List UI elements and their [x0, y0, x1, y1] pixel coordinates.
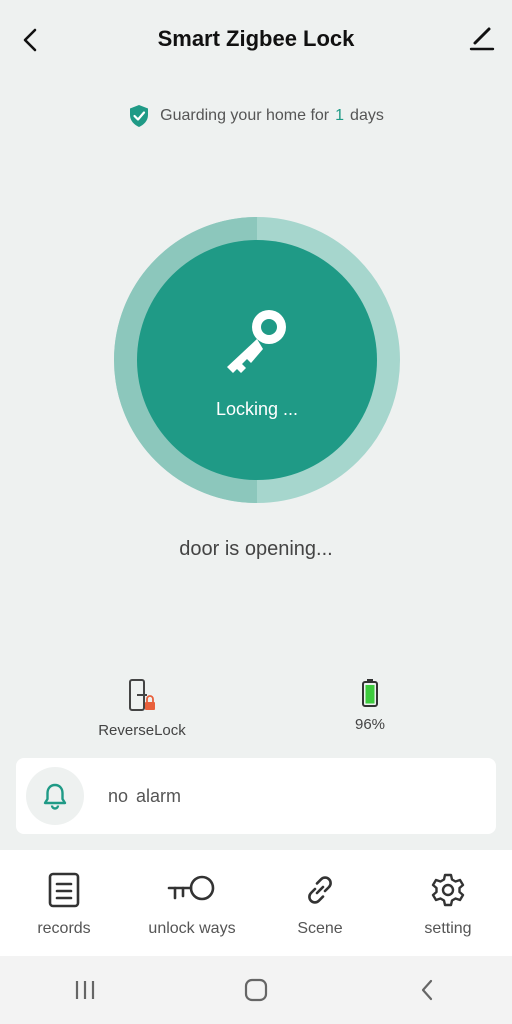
- tab-scene-label: Scene: [297, 920, 343, 937]
- alarm-text: no alarm: [108, 785, 182, 806]
- tab-unlock-ways-label: unlock ways: [148, 920, 236, 937]
- guard-suffix: days: [350, 107, 384, 124]
- reverse-lock-status[interactable]: ReverseLock: [67, 678, 217, 739]
- tab-records-label: records: [37, 920, 91, 937]
- home-button[interactable]: [226, 970, 286, 1010]
- chevron-left-icon: [421, 979, 432, 1001]
- lock-screen: Smart Zigbee Lock Guarding your home for…: [0, 0, 512, 1024]
- edit-button[interactable]: [466, 22, 498, 54]
- door-status: door is opening...: [179, 538, 333, 560]
- shield-icon: [130, 105, 149, 127]
- guard-info: Guarding your home for 1 days: [0, 104, 512, 128]
- gear-icon: [431, 873, 465, 907]
- system-nav-bar: [0, 956, 512, 1024]
- records-icon: [48, 872, 80, 908]
- header: Smart Zigbee Lock: [0, 0, 512, 80]
- page-title: Smart Zigbee Lock: [157, 26, 355, 51]
- lock-status: Locking ...: [215, 398, 299, 419]
- lock-dial[interactable]: Locking ...: [113, 216, 401, 504]
- battery-status: 96%: [295, 678, 445, 733]
- alarm-card[interactable]: no alarm: [16, 758, 496, 834]
- bell-icon: [43, 783, 67, 810]
- guard-days: 1: [335, 107, 345, 124]
- link-icon: [308, 876, 332, 904]
- bottom-tabbar: records unlock ways Scene setting: [0, 850, 512, 956]
- recent-apps-button[interactable]: [55, 970, 115, 1010]
- tab-unlock-ways[interactable]: unlock ways: [128, 850, 256, 956]
- battery-label: 96%: [354, 716, 386, 733]
- key-icon: [227, 309, 286, 373]
- recent-apps-icon: [76, 981, 95, 999]
- guard-prefix: Guarding your home for: [160, 107, 330, 124]
- lock-button[interactable]: Locking ...: [137, 240, 377, 480]
- home-icon: [244, 978, 268, 1002]
- pencil-icon: [469, 27, 495, 51]
- door-lock-icon: [129, 679, 155, 711]
- key-icon: [167, 875, 215, 901]
- tab-setting[interactable]: setting: [384, 850, 512, 956]
- mode-label: ReverseLock: [98, 722, 186, 739]
- system-back-button[interactable]: [397, 970, 457, 1010]
- battery-icon: [362, 679, 378, 707]
- tab-scene[interactable]: Scene: [256, 850, 384, 956]
- tab-records[interactable]: records: [0, 850, 128, 956]
- tab-setting-label: setting: [424, 920, 472, 937]
- alarm-icon-wrap: [26, 767, 84, 825]
